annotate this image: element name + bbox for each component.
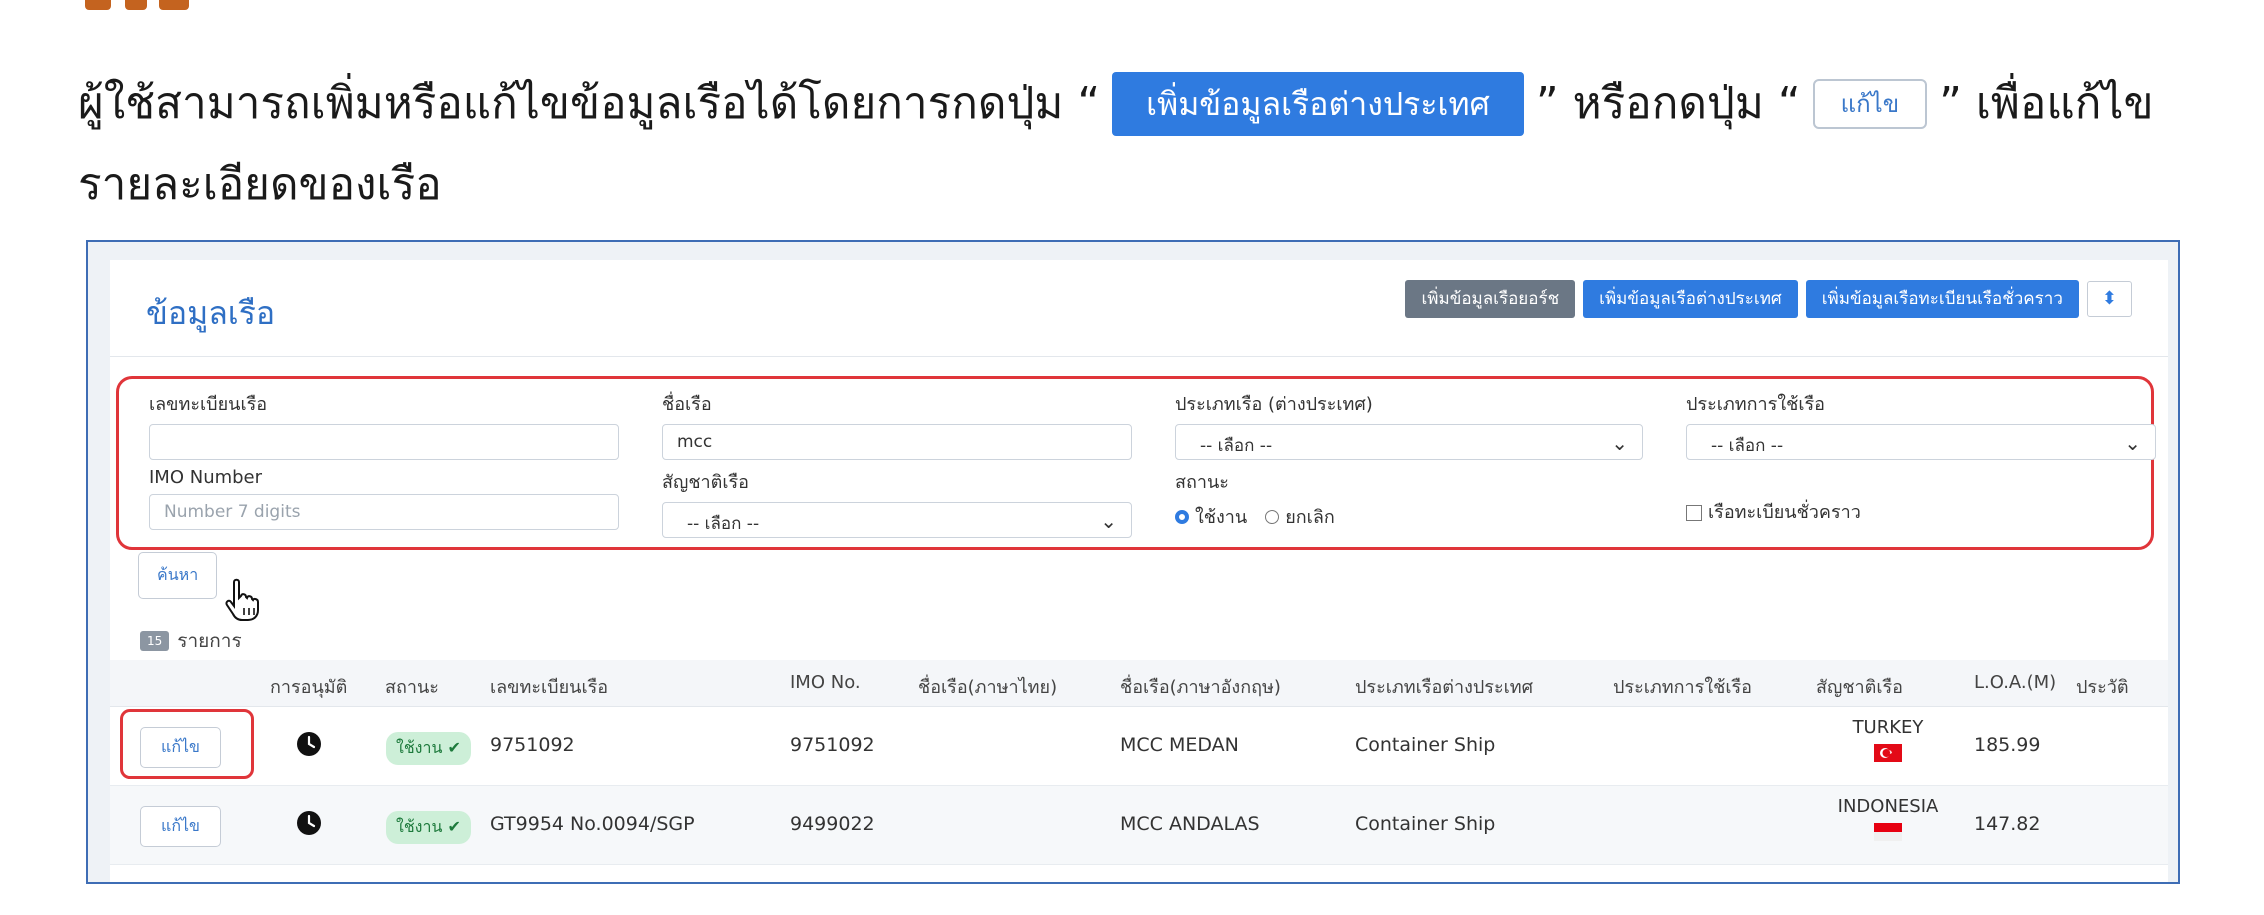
pointer-hand-icon bbox=[225, 578, 259, 621]
sort-toggle-icon[interactable]: ⬍ bbox=[2086, 281, 2132, 317]
chevron-down-icon: ⌄ bbox=[1611, 431, 1628, 455]
edit-button[interactable]: แก้ไข bbox=[140, 806, 221, 847]
status-active-radio[interactable]: ใช้งาน bbox=[1175, 502, 1247, 531]
instruction-text-middle: ” หรือกดปุ่ม “ bbox=[1535, 78, 1801, 129]
edit-button[interactable]: แก้ไข bbox=[140, 727, 221, 768]
cell-loa: 147.82 bbox=[1974, 813, 2041, 835]
temporary-label: เรือทะเบียนชั่วคราว bbox=[1708, 502, 1861, 523]
usage-type-filter: ประเภทการใช้เรือ -- เลือก -- ⌄ bbox=[1686, 389, 2156, 460]
cell-nationality: TURKEY bbox=[1828, 717, 1948, 762]
instruction-line-1: ผู้ใช้สามารถเพิ่มหรือแก้ไขข้อมูลเรือได้โ… bbox=[78, 72, 2154, 136]
status-active-label: ใช้งาน bbox=[1195, 507, 1248, 528]
usage-type-value: -- เลือก -- bbox=[1711, 436, 1784, 456]
nationality-value: -- เลือก -- bbox=[687, 514, 760, 534]
imo-label: IMO Number bbox=[149, 467, 263, 488]
chevron-down-icon: ⌄ bbox=[1100, 509, 1117, 533]
status-filter: สถานะ ใช้งาน ยกเลิก bbox=[1175, 467, 1335, 531]
th-registration: เลขทะเบียนเรือ bbox=[490, 677, 609, 698]
th-name-th: ชื่อเรือ(ภาษาไทย) bbox=[918, 677, 1058, 698]
ship-name-input[interactable]: mcc bbox=[662, 424, 1132, 460]
count-badge: 15 bbox=[140, 631, 170, 651]
inline-edit-button-illustration: แก้ไข bbox=[1812, 79, 1928, 129]
registration-input[interactable] bbox=[149, 424, 619, 460]
indonesia-flag-icon bbox=[1874, 823, 1902, 841]
status-radio-group: ใช้งาน ยกเลิก bbox=[1175, 502, 1335, 531]
nationality-text: INDONESIA bbox=[1837, 796, 1939, 817]
status-label: สถานะ bbox=[1175, 472, 1229, 493]
ship-name-label: ชื่อเรือ bbox=[662, 394, 712, 415]
th-foreign-type: ประเภทเรือต่างประเทศ bbox=[1355, 677, 1534, 698]
cell-nationality: INDONESIA bbox=[1828, 796, 1948, 841]
nationality-select[interactable]: -- เลือก -- ⌄ bbox=[662, 502, 1132, 538]
instruction-text-suffix: ” เพื่อแก้ไข bbox=[1939, 78, 2154, 129]
nationality-filter: สัญชาติเรือ -- เลือก -- ⌄ bbox=[662, 467, 1132, 538]
ship-type-select[interactable]: -- เลือก -- ⌄ bbox=[1175, 424, 1643, 460]
th-name-en: ชื่อเรือ(ภาษาอังกฤษ) bbox=[1120, 677, 1281, 698]
radio-checked-icon bbox=[1175, 509, 1189, 524]
turkey-flag-icon bbox=[1874, 744, 1902, 762]
chevron-down-icon: ⌄ bbox=[2124, 431, 2141, 455]
page-title: ข้อมูลเรือ bbox=[146, 294, 276, 332]
ship-type-label: ประเภทเรือ (ต่างประเทศ) bbox=[1175, 394, 1373, 415]
usage-type-label: ประเภทการใช้เรือ bbox=[1686, 394, 1825, 415]
cell-registration: 9751092 bbox=[490, 734, 575, 756]
header-actions: เพิ่มข้อมูลเรือยอร์ช เพิ่มข้อมูลเรือต่าง… bbox=[1405, 280, 2132, 318]
cell-imo: 9751092 bbox=[790, 734, 875, 756]
th-nationality: สัญชาติเรือ bbox=[1816, 677, 1903, 698]
clock-icon bbox=[297, 732, 321, 756]
inline-add-foreign-button-illustration: เพิ่มข้อมูลเรือต่างประเทศ bbox=[1112, 72, 1524, 136]
result-count: 15 รายการ bbox=[140, 626, 242, 656]
registration-label: เลขทะเบียนเรือ bbox=[149, 394, 268, 415]
add-temporary-ship-button[interactable]: เพิ่มข้อมูลเรือทะเบียนเรือชั่วคราว bbox=[1805, 280, 2079, 318]
status-badge: ใช้งาน ✔ bbox=[386, 811, 471, 844]
search-button[interactable]: ค้นหา bbox=[138, 552, 218, 599]
th-imo: IMO No. bbox=[790, 672, 861, 693]
th-loa: L.O.A.(M) bbox=[1974, 672, 2057, 693]
status-cancel-radio[interactable]: ยกเลิก bbox=[1265, 502, 1335, 531]
cell-foreign-type: Container Ship bbox=[1355, 734, 1496, 756]
status-cancel-label: ยกเลิก bbox=[1285, 507, 1335, 528]
nationality-text: TURKEY bbox=[1852, 717, 1924, 738]
ship-info-screenshot: ข้อมูลเรือ เพิ่มข้อมูลเรือยอร์ช เพิ่มข้อ… bbox=[86, 240, 2180, 884]
cell-loa: 185.99 bbox=[1974, 734, 2041, 756]
cell-name-en: MCC ANDALAS bbox=[1120, 813, 1260, 835]
header-divider bbox=[110, 356, 2168, 357]
heading-fragment bbox=[85, 0, 285, 14]
table-row: แก้ไข ใช้งาน ✔ 9751092 9751092 MCC MEDAN… bbox=[110, 707, 2168, 786]
th-status: สถานะ bbox=[385, 677, 439, 698]
cell-name-en: MCC MEDAN bbox=[1120, 734, 1239, 756]
imo-input[interactable]: Number 7 digits bbox=[149, 494, 619, 530]
status-badge: ใช้งาน ✔ bbox=[386, 732, 471, 765]
ship-type-value: -- เลือก -- bbox=[1200, 436, 1273, 456]
cell-imo: 9499022 bbox=[790, 813, 875, 835]
th-approval: การอนุมัติ bbox=[270, 677, 348, 698]
instruction-line-2: รายละเอียดของเรือ bbox=[78, 159, 442, 210]
ship-name-filter: ชื่อเรือ mcc bbox=[662, 389, 1132, 460]
cell-foreign-type: Container Ship bbox=[1355, 813, 1496, 835]
th-history: ประวัติ bbox=[2076, 677, 2129, 698]
cell-registration: GT9954 No.0094/SGP bbox=[490, 813, 695, 835]
ship-info-card: ข้อมูลเรือ เพิ่มข้อมูลเรือยอร์ช เพิ่มข้อ… bbox=[110, 260, 2168, 882]
add-foreign-ship-button[interactable]: เพิ่มข้อมูลเรือต่างประเทศ bbox=[1583, 280, 1798, 318]
table-row: แก้ไข ใช้งาน ✔ GT9954 No.0094/SGP 949902… bbox=[110, 786, 2168, 865]
checkbox-icon bbox=[1686, 505, 1702, 521]
clock-icon bbox=[297, 811, 321, 835]
table-header: การอนุมัติ สถานะ เลขทะเบียนเรือ IMO No. … bbox=[110, 660, 2168, 707]
imo-filter: IMO Number Number 7 digits bbox=[149, 467, 619, 530]
temporary-checkbox[interactable]: เรือทะเบียนชั่วคราว bbox=[1686, 497, 1861, 526]
count-label: รายการ bbox=[177, 630, 242, 652]
ship-type-filter: ประเภทเรือ (ต่างประเทศ) -- เลือก -- ⌄ bbox=[1175, 389, 1643, 460]
search-filter-highlight: เลขทะเบียนเรือ ชื่อเรือ mcc ประเภทเรือ (… bbox=[116, 376, 2156, 550]
th-usage-type: ประเภทการใช้เรือ bbox=[1613, 677, 1752, 698]
add-yacht-button[interactable]: เพิ่มข้อมูลเรือยอร์ช bbox=[1405, 280, 1576, 318]
nationality-label: สัญชาติเรือ bbox=[662, 472, 749, 493]
radio-unchecked-icon bbox=[1265, 509, 1280, 524]
instruction-text-prefix: ผู้ใช้สามารถเพิ่มหรือแก้ไขข้อมูลเรือได้โ… bbox=[78, 78, 1101, 129]
usage-type-select[interactable]: -- เลือก -- ⌄ bbox=[1686, 424, 2156, 460]
registration-filter: เลขทะเบียนเรือ bbox=[149, 389, 619, 460]
